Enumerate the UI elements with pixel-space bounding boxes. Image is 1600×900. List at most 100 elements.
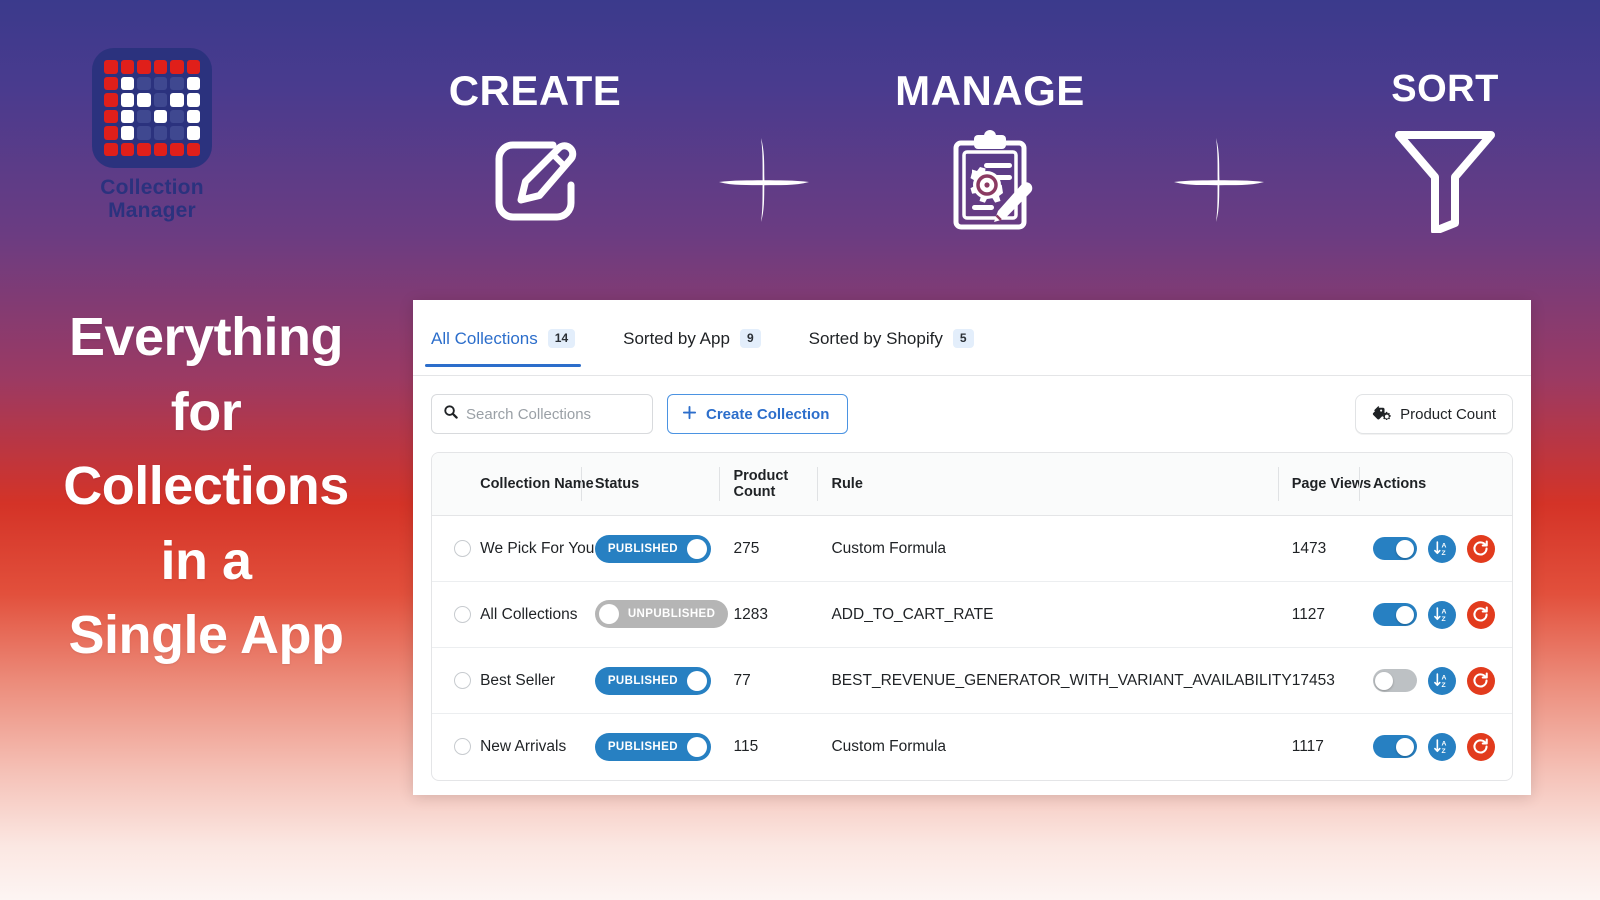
- row-enable-toggle[interactable]: [1373, 537, 1417, 560]
- headline-line-5: Single App: [0, 598, 412, 673]
- row-radio[interactable]: [454, 738, 471, 755]
- tab-all-collections[interactable]: All Collections 14: [431, 325, 589, 367]
- feature-manage-label: MANAGE: [885, 70, 1095, 112]
- status-badge[interactable]: PUBLISHED: [595, 535, 711, 563]
- col-actions-header: Actions: [1373, 453, 1512, 516]
- feature-sort-label: SORT: [1340, 70, 1550, 108]
- row-radio[interactable]: [454, 672, 471, 689]
- table-row[interactable]: Best Seller PUBLISHED 77 BEST_REVENUE_GE…: [432, 648, 1512, 714]
- search-input[interactable]: [466, 406, 641, 423]
- col-collection-name-header: Collection Name: [480, 453, 595, 516]
- row-radio[interactable]: [454, 540, 471, 557]
- status-knob: [687, 539, 707, 559]
- product-count-button[interactable]: Product Count: [1355, 394, 1513, 434]
- col-select-header: [432, 453, 480, 516]
- tab-sorted-by-shopify-count: 5: [953, 329, 974, 349]
- tab-sorted-by-shopify[interactable]: Sorted by Shopify 5: [809, 325, 988, 367]
- logo-wordmark-line1: Collection: [100, 176, 204, 199]
- tab-sorted-by-app-label: Sorted by App: [623, 329, 730, 349]
- row-enable-toggle[interactable]: [1373, 735, 1417, 758]
- table-row[interactable]: All Collections UNPUBLISHED 1283 ADD_TO_…: [432, 582, 1512, 648]
- plus-brush-icon-1: [703, 70, 823, 228]
- row-actions-cell: A Z: [1373, 648, 1512, 714]
- row-rule: BEST_REVENUE_GENERATOR_WITH_VARIANT_AVAI…: [831, 648, 1291, 714]
- feature-strip: CREATE MANAGE: [430, 70, 1550, 270]
- status-knob: [687, 737, 707, 757]
- search-field[interactable]: [431, 394, 653, 434]
- reload-icon[interactable]: [1467, 601, 1495, 629]
- table-row[interactable]: We Pick For You PUBLISHED 275 Custom For…: [432, 516, 1512, 582]
- app-screenshot-card: All Collections 14 Sorted by App 9 Sorte…: [413, 300, 1531, 795]
- svg-text:A: A: [1442, 609, 1447, 616]
- feature-manage: MANAGE: [885, 70, 1095, 236]
- edit-square-pencil-icon: [430, 126, 640, 236]
- row-product-count: 115: [733, 714, 831, 780]
- row-product-count: 1283: [733, 582, 831, 648]
- headline-line-1: Everything: [0, 300, 412, 375]
- row-radio[interactable]: [454, 606, 471, 623]
- tab-sorted-by-app[interactable]: Sorted by App 9: [623, 325, 775, 367]
- status-badge[interactable]: UNPUBLISHED: [595, 600, 728, 628]
- search-icon: [443, 404, 458, 424]
- status-knob: [687, 671, 707, 691]
- row-actions-cell: A Z: [1373, 714, 1512, 780]
- svg-text:A: A: [1442, 741, 1447, 748]
- row-rule: Custom Formula: [831, 714, 1291, 780]
- svg-text:Z: Z: [1442, 682, 1446, 689]
- row-status-cell: PUBLISHED: [595, 516, 734, 582]
- tab-sorted-by-app-count: 9: [740, 329, 761, 349]
- row-actions-cell: A Z: [1373, 582, 1512, 648]
- row-enable-toggle[interactable]: [1373, 603, 1417, 626]
- status-badge[interactable]: PUBLISHED: [595, 667, 711, 695]
- reload-icon[interactable]: [1467, 733, 1495, 761]
- tab-all-collections-count: 14: [548, 329, 575, 349]
- feature-create-label: CREATE: [430, 70, 640, 112]
- row-status-cell: UNPUBLISHED: [595, 582, 734, 648]
- col-status-header: Status: [595, 453, 734, 516]
- status-badge[interactable]: PUBLISHED: [595, 733, 711, 761]
- row-product-count: 275: [733, 516, 831, 582]
- row-select-cell: [432, 516, 480, 582]
- headline-line-2: for: [0, 375, 412, 450]
- app-logo-block: Collection Manager: [62, 48, 242, 222]
- row-status-cell: PUBLISHED: [595, 714, 734, 780]
- sort-az-icon[interactable]: A Z: [1428, 667, 1456, 695]
- status-knob: [599, 604, 619, 624]
- product-count-label: Product Count: [1400, 406, 1496, 423]
- sort-az-icon[interactable]: A Z: [1428, 733, 1456, 761]
- col-rule-header: Rule: [831, 453, 1291, 516]
- reload-icon[interactable]: [1467, 667, 1495, 695]
- page-title: Everything for Collections in a Single A…: [0, 300, 412, 673]
- status-badge-label: PUBLISHED: [608, 675, 678, 687]
- svg-text:A: A: [1442, 675, 1447, 682]
- row-page-views: 17453: [1292, 648, 1373, 714]
- row-collection-name: New Arrivals: [480, 714, 595, 780]
- row-page-views: 1127: [1292, 582, 1373, 648]
- feature-create: CREATE: [430, 70, 640, 236]
- col-page-views-header: Page Views: [1292, 453, 1373, 516]
- row-page-views: 1117: [1292, 714, 1373, 780]
- row-select-cell: [432, 714, 480, 780]
- feature-sort: SORT: [1340, 70, 1550, 232]
- svg-text:Z: Z: [1442, 550, 1446, 557]
- svg-text:Z: Z: [1442, 616, 1446, 623]
- sort-az-icon[interactable]: A Z: [1428, 601, 1456, 629]
- headline-line-3: Collections: [0, 449, 412, 524]
- price-tag-gear-icon: [1372, 403, 1391, 426]
- tab-sorted-by-shopify-label: Sorted by Shopify: [809, 329, 943, 349]
- plus-brush-icon-2: [1158, 70, 1278, 228]
- svg-text:Z: Z: [1442, 748, 1446, 755]
- table-row[interactable]: New Arrivals PUBLISHED 115 Custom Formul…: [432, 714, 1512, 780]
- sort-az-icon[interactable]: A Z: [1428, 535, 1456, 563]
- table-header-row: Collection Name Status Product Count Rul…: [432, 453, 1512, 516]
- logo-wordmark: Collection Manager: [62, 177, 242, 222]
- row-status-cell: PUBLISHED: [595, 648, 734, 714]
- row-enable-toggle[interactable]: [1373, 669, 1417, 692]
- reload-icon[interactable]: [1467, 535, 1495, 563]
- row-collection-name: All Collections: [480, 582, 595, 648]
- create-collection-button[interactable]: Create Collection: [667, 394, 848, 434]
- row-rule: ADD_TO_CART_RATE: [831, 582, 1291, 648]
- row-select-cell: [432, 648, 480, 714]
- status-badge-label: PUBLISHED: [608, 543, 678, 555]
- row-collection-name: Best Seller: [480, 648, 595, 714]
